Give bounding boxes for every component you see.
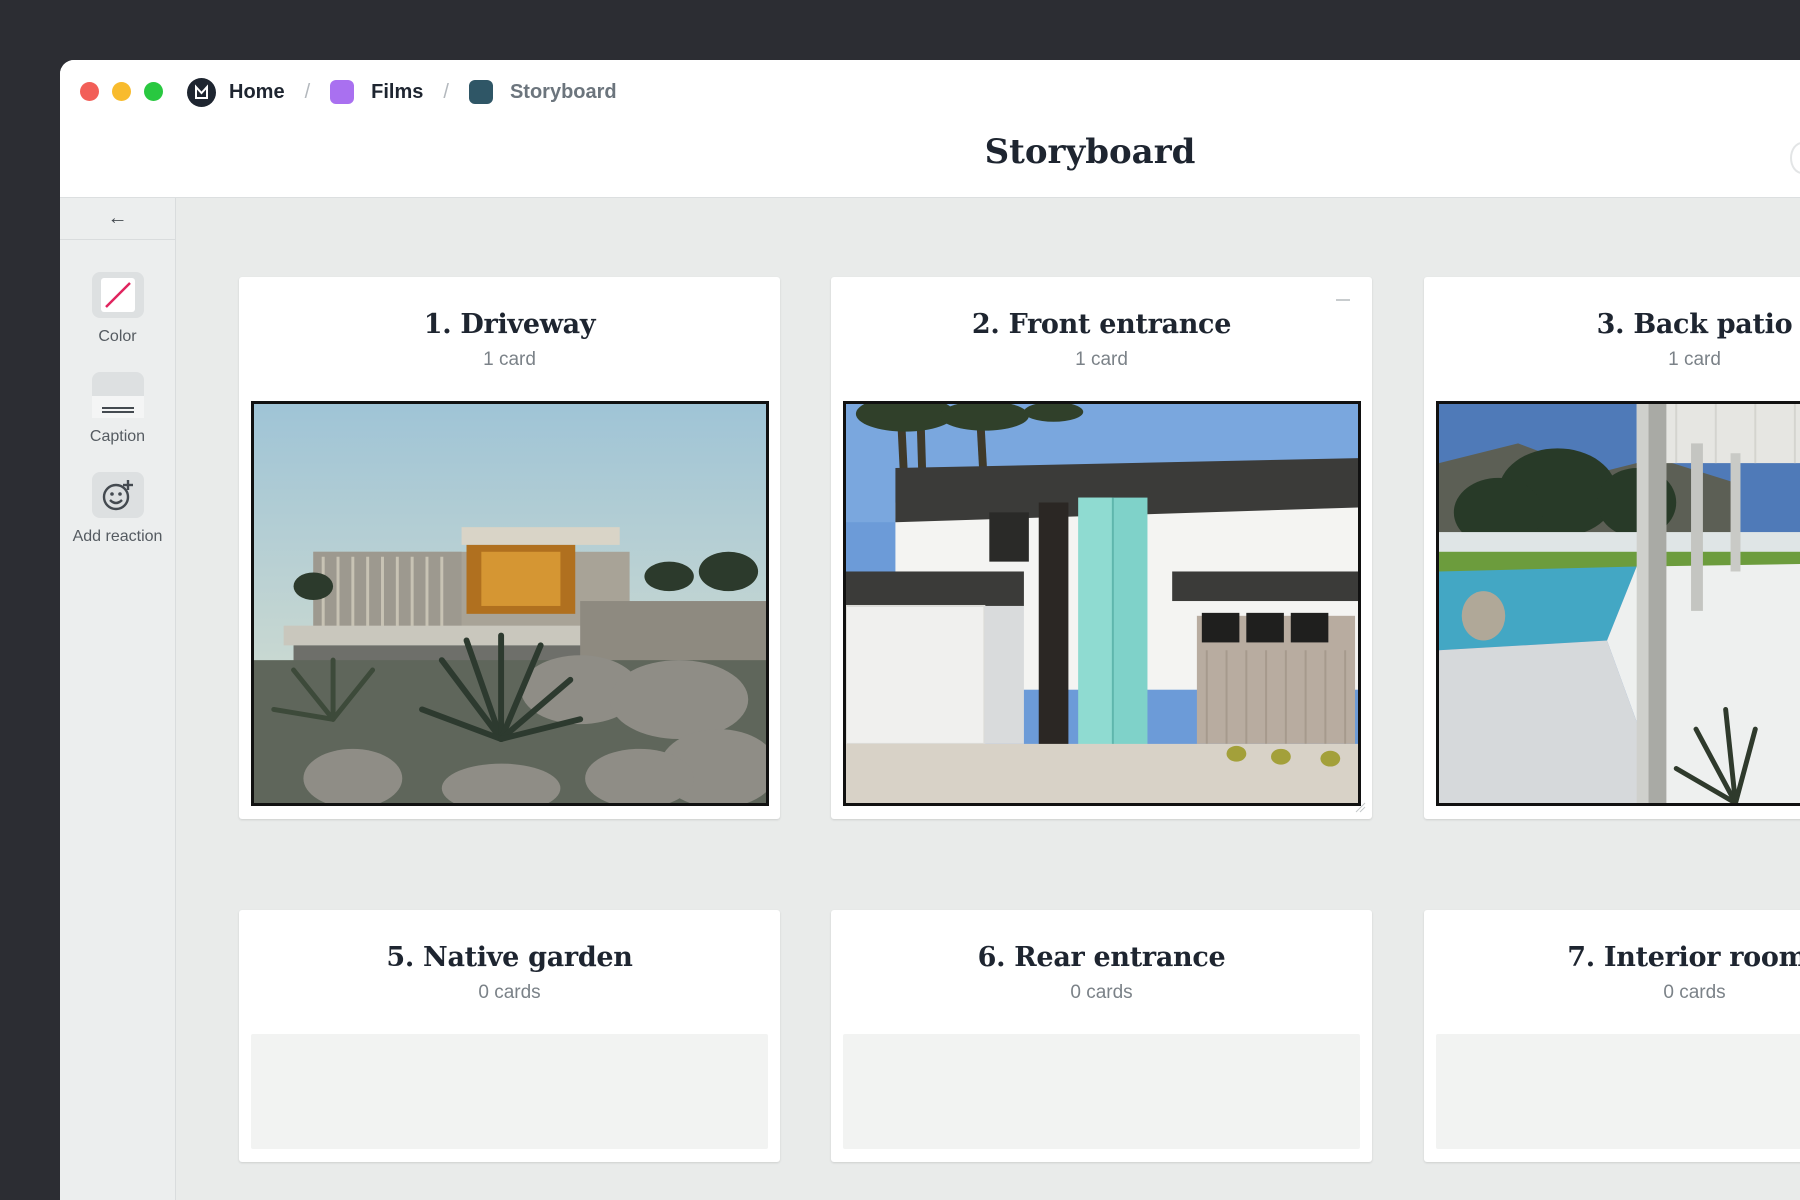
- storyboard-board-icon: [468, 80, 493, 104]
- breadcrumb-home-label: Home: [229, 80, 285, 103]
- app-window: Home / Films / Storyboard Storyboard ← C…: [60, 60, 1800, 1200]
- breadcrumb-films-label: Films: [371, 80, 424, 103]
- scene-card[interactable]: 6. Rear entrance 0 cards: [831, 910, 1372, 1162]
- resize-handle-icon[interactable]: [1354, 801, 1366, 813]
- caption-tool-label: Caption: [89, 428, 146, 445]
- breadcrumb-home[interactable]: Home: [187, 77, 285, 107]
- breadcrumb-separator: /: [443, 80, 449, 103]
- add-reaction-tool[interactable]: Add reaction: [60, 472, 175, 546]
- page-title: Storyboard: [984, 132, 1196, 172]
- maximize-window-button[interactable]: [144, 82, 163, 101]
- breadcrumb-films[interactable]: Films: [330, 80, 423, 104]
- scene-card[interactable]: 7. Interior rooms 0 cards: [1424, 910, 1800, 1162]
- breadcrumb-storyboard-label: Storyboard: [509, 80, 617, 103]
- breadcrumb: Home / Films / Storyboard: [187, 77, 617, 107]
- card-count: 1 card: [1075, 349, 1128, 370]
- films-board-icon: [330, 80, 355, 104]
- window-controls: [80, 82, 163, 101]
- empty-card-slot[interactable]: [843, 1034, 1360, 1149]
- card-count: 0 cards: [478, 982, 541, 1003]
- card-title: 5. Native garden: [386, 942, 633, 973]
- add-reaction-icon: [91, 472, 144, 518]
- card-count: 1 card: [483, 349, 536, 370]
- caption-icon: [91, 372, 144, 418]
- minimize-window-button[interactable]: [112, 82, 131, 101]
- card-title: 7. Interior rooms: [1567, 942, 1800, 973]
- scene-card[interactable]: 2. Front entrance 1 card: [831, 277, 1372, 819]
- card-count: 0 cards: [1070, 982, 1133, 1003]
- empty-card-slot[interactable]: [251, 1034, 768, 1149]
- color-tool-label: Color: [98, 328, 137, 345]
- card-menu-icon[interactable]: [1336, 299, 1350, 301]
- home-logo-icon: [187, 77, 216, 107]
- add-reaction-tool-label: Add reaction: [72, 528, 163, 545]
- empty-card-slot[interactable]: [1436, 1034, 1800, 1149]
- card-title: 3. Back patio: [1596, 309, 1793, 340]
- back-patio-photo[interactable]: [1436, 401, 1800, 806]
- front-entrance-photo[interactable]: [843, 401, 1361, 806]
- card-title: 2. Front entrance: [971, 309, 1232, 340]
- scene-card[interactable]: 5. Native garden 0 cards: [239, 910, 780, 1162]
- card-count: 1 card: [1668, 349, 1721, 370]
- card-count: 0 cards: [1663, 982, 1726, 1003]
- no-color-icon: [91, 272, 144, 318]
- scene-card[interactable]: 1. Driveway 1 card: [239, 277, 780, 819]
- breadcrumb-separator: /: [304, 80, 311, 103]
- caption-tool[interactable]: Caption: [60, 372, 175, 446]
- breadcrumb-storyboard[interactable]: Storyboard: [468, 80, 617, 104]
- close-window-button[interactable]: [80, 82, 99, 101]
- storyboard-canvas: 1. Driveway 1 card 2. Front entrance 1 c…: [176, 198, 1800, 1200]
- top-bar: Home / Films / Storyboard Storyboard: [60, 60, 1800, 198]
- back-arrow-button[interactable]: ←: [60, 198, 175, 240]
- scene-card[interactable]: 3. Back patio 1 card: [1424, 277, 1800, 819]
- driveway-photo[interactable]: [251, 401, 769, 806]
- card-title: 6. Rear entrance: [977, 942, 1226, 973]
- tool-sidebar: ← Color Caption Add reaction: [60, 198, 176, 1200]
- card-title: 1. Driveway: [423, 309, 596, 340]
- color-tool[interactable]: Color: [60, 272, 175, 346]
